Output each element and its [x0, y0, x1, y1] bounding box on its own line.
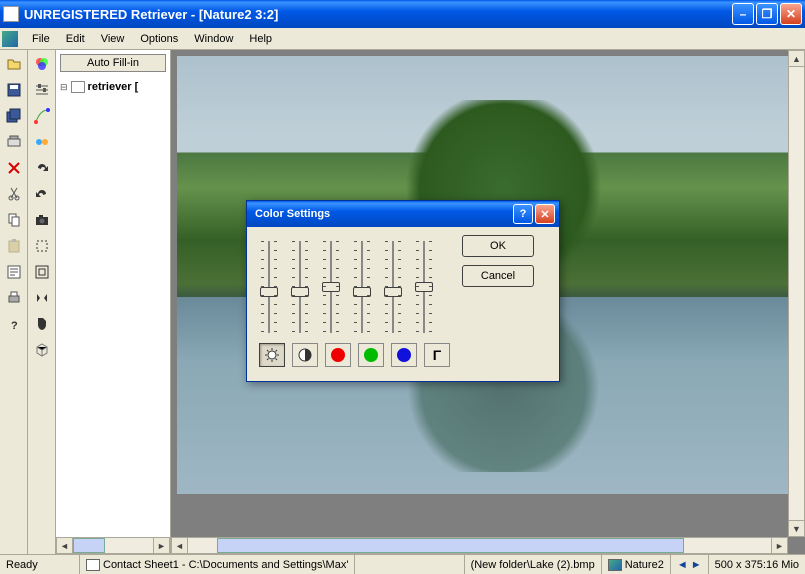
blue-slider[interactable] [383, 237, 403, 337]
save-icon[interactable] [4, 80, 24, 100]
contrast-slider[interactable] [290, 237, 310, 337]
help-icon[interactable]: ? [4, 314, 24, 334]
cancel-button[interactable]: Cancel [462, 265, 534, 287]
rgb-icon[interactable] [32, 54, 52, 74]
menubar: File Edit View Options Window Help [0, 28, 805, 50]
scroll-right-icon[interactable]: ► [153, 537, 170, 554]
status-sheet-label: Contact Sheet1 - C:\Documents and Settin… [103, 559, 348, 571]
dialog-close-button[interactable]: ✕ [535, 204, 555, 224]
red-slider[interactable] [321, 237, 341, 337]
dialog-title: Color Settings [251, 208, 511, 220]
sheet-icon [86, 559, 100, 571]
close-button[interactable]: ✕ [780, 3, 802, 25]
menu-view[interactable]: View [93, 30, 133, 48]
app-icon [3, 6, 19, 22]
green-icon-button[interactable] [358, 343, 384, 367]
next-image-icon[interactable]: ► [691, 559, 702, 571]
brightness-slider[interactable] [259, 237, 279, 337]
scroll-track[interactable] [73, 537, 153, 554]
minimize-button[interactable]: – [732, 3, 754, 25]
redo-icon[interactable] [32, 158, 52, 178]
tree-item-retriever[interactable]: ⊟ retriever [ [60, 80, 166, 94]
toolbar-left-2 [28, 50, 56, 554]
scroll-down-icon[interactable]: ▼ [788, 520, 805, 537]
toolbar-left-1: ? [0, 50, 28, 554]
color-settings-dialog: Color Settings ? ✕ Γ OK [246, 200, 560, 382]
cut-icon[interactable] [4, 184, 24, 204]
canvas-vscrollbar[interactable]: ▲ ▼ [788, 50, 805, 537]
document-icon [2, 31, 18, 47]
scroll-track[interactable] [788, 67, 805, 520]
undo-icon[interactable] [32, 184, 52, 204]
contrast-icon-button[interactable] [292, 343, 318, 367]
red-icon-button[interactable] [325, 343, 351, 367]
scroll-left-icon[interactable]: ◄ [56, 537, 73, 554]
paste-icon[interactable] [4, 236, 24, 256]
mirror-icon[interactable] [32, 288, 52, 308]
menu-file[interactable]: File [24, 30, 58, 48]
tree-hscrollbar[interactable]: ◄ ► [56, 537, 170, 554]
slider-group [255, 235, 454, 339]
save-all-icon[interactable] [4, 106, 24, 126]
status-ready: Ready [0, 555, 80, 574]
status-doc-label: Nature2 [625, 559, 664, 571]
scroll-track[interactable] [188, 537, 771, 554]
tree-item-label: retriever [ [88, 81, 139, 93]
status-path-label: (New folder\Lake (2).bmp [471, 559, 595, 571]
scan-icon[interactable] [4, 132, 24, 152]
security-icon[interactable] [32, 314, 52, 334]
gamma-label: Γ [433, 347, 441, 363]
green-slider[interactable] [352, 237, 372, 337]
ok-button[interactable]: OK [462, 235, 534, 257]
svg-text:?: ? [11, 320, 18, 332]
properties-icon[interactable] [4, 262, 24, 282]
print-icon[interactable] [4, 288, 24, 308]
status-sheet-cell[interactable]: Contact Sheet1 - C:\Documents and Settin… [80, 555, 355, 574]
statusbar: Ready Contact Sheet1 - C:\Documents and … [0, 554, 805, 574]
crop-icon[interactable] [32, 236, 52, 256]
status-dims: 500 x 375:16 Mio [709, 555, 805, 574]
open-icon[interactable] [4, 54, 24, 74]
menu-window[interactable]: Window [186, 30, 241, 48]
balance-icon[interactable] [32, 132, 52, 152]
menu-help[interactable]: Help [241, 30, 280, 48]
curve-icon[interactable] [32, 106, 52, 126]
frame-icon[interactable] [32, 262, 52, 282]
status-doc-cell[interactable]: Nature2 [602, 555, 671, 574]
auto-fillin-button[interactable]: Auto Fill-in [60, 54, 166, 72]
expand-icon[interactable]: ⊟ [60, 82, 68, 93]
menu-edit[interactable]: Edit [58, 30, 93, 48]
scroll-up-icon[interactable]: ▲ [788, 50, 805, 67]
canvas-hscrollbar[interactable]: ◄ ► [171, 537, 788, 554]
status-nav-cell: ◄ ► [671, 555, 709, 574]
window-title: UNREGISTERED Retriever - [Nature2 3:2] [24, 7, 730, 22]
dialog-help-button[interactable]: ? [513, 204, 533, 224]
tree-view[interactable]: ⊟ retriever [ [56, 76, 170, 537]
image-icon [608, 559, 622, 571]
scroll-right-icon[interactable]: ► [771, 537, 788, 554]
adjust-icon[interactable] [32, 80, 52, 100]
maximize-button[interactable]: ❐ [756, 3, 778, 25]
copy-icon[interactable] [4, 210, 24, 230]
cube-icon[interactable] [32, 340, 52, 360]
folder-icon [71, 81, 85, 93]
menu-options[interactable]: Options [132, 30, 186, 48]
dialog-titlebar[interactable]: Color Settings ? ✕ [247, 201, 559, 227]
delete-x-icon[interactable] [4, 158, 24, 178]
prev-image-icon[interactable]: ◄ [677, 559, 688, 571]
gamma-slider[interactable] [414, 237, 434, 337]
status-path-cell[interactable]: (New folder\Lake (2).bmp [465, 555, 602, 574]
scroll-left-icon[interactable]: ◄ [171, 537, 188, 554]
blue-icon-button[interactable] [391, 343, 417, 367]
gamma-icon-button[interactable]: Γ [424, 343, 450, 367]
window-titlebar: UNREGISTERED Retriever - [Nature2 3:2] –… [0, 0, 805, 28]
brightness-icon-button[interactable] [259, 343, 285, 367]
camera-icon[interactable] [32, 210, 52, 230]
tree-panel: Auto Fill-in ⊟ retriever [ ◄ ► [56, 50, 171, 554]
